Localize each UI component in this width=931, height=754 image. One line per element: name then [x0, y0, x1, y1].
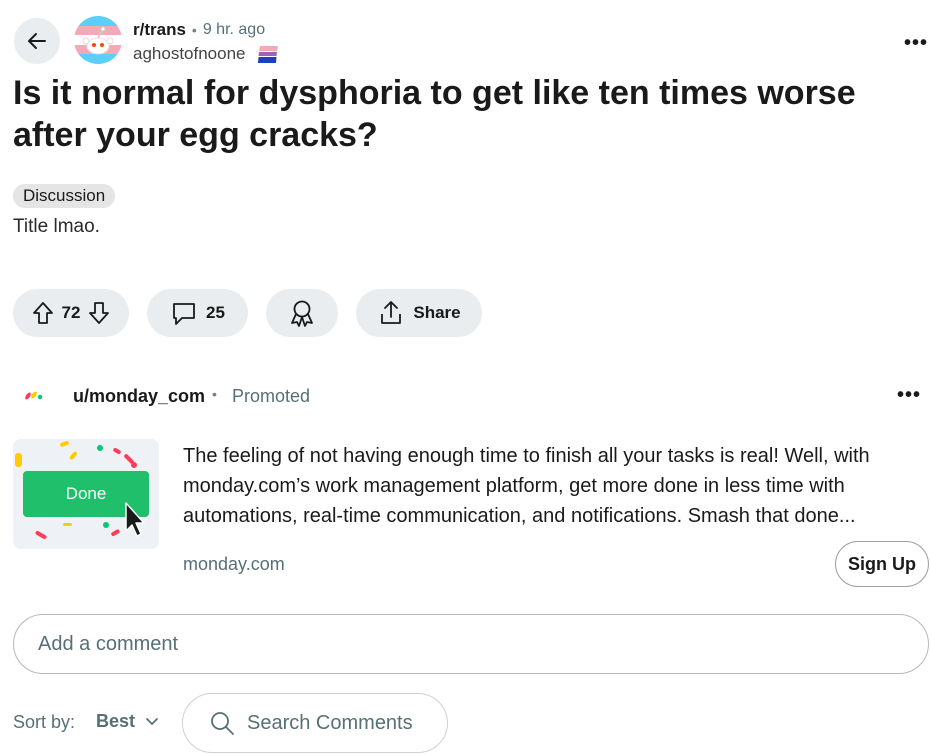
add-comment-input[interactable]: Add a comment	[13, 614, 929, 674]
sort-value: Best	[96, 711, 136, 731]
back-arrow-icon	[28, 33, 46, 49]
subreddit-name[interactable]: r/trans	[133, 20, 186, 40]
post-body: Title lmao.	[13, 216, 100, 237]
subreddit-avatar[interactable]	[74, 16, 122, 64]
subreddit-avatar-icon	[74, 16, 122, 64]
ad-thumb-done-label: Done	[66, 484, 107, 503]
back-button[interactable]	[14, 18, 60, 64]
ad-thumbnail-art: Done	[13, 439, 159, 549]
separator-dot: •	[212, 386, 217, 402]
author-line: aghostofnoone	[133, 42, 280, 66]
vote-count: 72	[61, 303, 81, 322]
comments-button[interactable]: 25	[147, 289, 248, 337]
comment-icon	[173, 303, 195, 325]
share-label: Share	[413, 303, 461, 322]
post-meta-line: r/trans • 9 hr. ago	[133, 20, 265, 40]
ad-more-button[interactable]: •••	[897, 384, 921, 407]
ad-thumbnail[interactable]: Done	[13, 439, 159, 549]
downvote-icon[interactable]	[88, 301, 110, 325]
sign-up-button[interactable]: Sign Up	[835, 541, 929, 587]
search-comments-input[interactable]: Search Comments	[182, 693, 448, 753]
upvote-icon[interactable]	[32, 301, 54, 325]
sort-dropdown[interactable]: Best	[96, 711, 159, 732]
promoted-label: Promoted	[232, 386, 311, 406]
award-icon	[291, 300, 313, 327]
post-more-button[interactable]: •••	[904, 32, 928, 55]
post-title: Is it normal for dysphoria to get like t…	[13, 74, 856, 154]
share-icon	[381, 301, 402, 324]
post-time: 9 hr. ago	[202, 21, 266, 38]
author-name[interactable]: aghostofnoone	[133, 44, 246, 64]
chevron-down-icon	[146, 717, 158, 725]
comment-count: 25	[206, 303, 225, 322]
search-icon	[211, 712, 234, 735]
share-button[interactable]: Share	[356, 289, 482, 337]
separator-dot: •	[191, 22, 197, 38]
vote-bar: 72	[13, 289, 129, 337]
ad-text[interactable]: The feeling of not having enough time to…	[183, 441, 913, 531]
add-comment-placeholder: Add a comment	[38, 632, 179, 655]
post-flair[interactable]: Discussion	[13, 184, 116, 208]
sort-label: Sort by:	[13, 712, 76, 732]
trans-flag-icon	[257, 46, 278, 63]
ad-domain[interactable]: monday.com	[183, 554, 285, 575]
ad-username[interactable]: u/monday_com	[73, 386, 205, 407]
search-comments-placeholder: Search Comments	[247, 711, 413, 734]
monday-logo-icon[interactable]	[24, 388, 44, 402]
award-button[interactable]	[266, 289, 338, 337]
